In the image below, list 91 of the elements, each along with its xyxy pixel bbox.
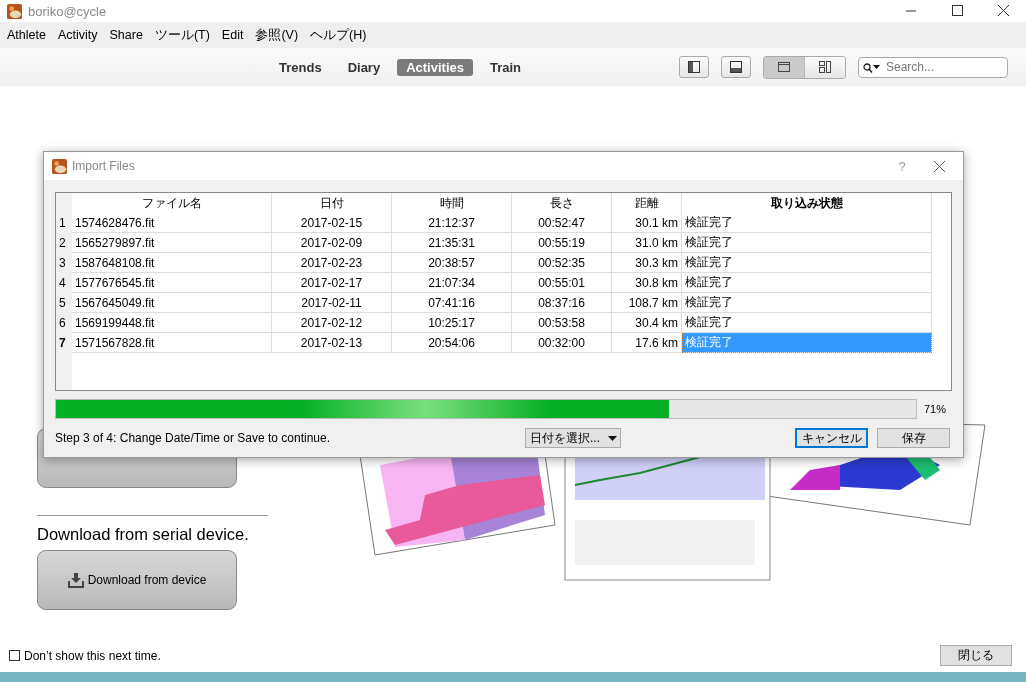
close-icon[interactable] — [934, 160, 945, 172]
view-mode-button[interactable] — [804, 56, 845, 78]
dialog-title: Import Files — [72, 159, 136, 173]
search-field[interactable]: Search... — [858, 56, 1008, 78]
column-header[interactable]: ファイル名 — [72, 193, 272, 213]
table-cell: 検証完了 — [682, 273, 932, 293]
menu-item[interactable]: 参照(V) — [249, 26, 305, 44]
column-header[interactable]: 距離 — [612, 193, 682, 213]
table-cell: 検証完了 — [682, 233, 932, 253]
checkbox[interactable] — [9, 650, 20, 661]
column-header[interactable]: 取り込み状態 — [682, 193, 932, 213]
menu-item[interactable]: Athlete — [1, 28, 52, 42]
table-cell: 2017-02-09 — [272, 233, 392, 253]
view-tab[interactable]: Trends — [270, 58, 331, 76]
table-cell: 21:12:37 — [392, 213, 512, 233]
view-tab[interactable]: Activities — [397, 58, 473, 76]
table-cell: 30.1 km — [612, 213, 682, 233]
table-cell: 00:32:00 — [512, 333, 612, 353]
menu-item[interactable]: Share — [103, 28, 149, 42]
table-cell: 108.7 km — [612, 293, 682, 313]
menu-item[interactable]: ヘルプ(H) — [304, 26, 373, 44]
table-cell: 30.8 km — [612, 273, 682, 293]
table-cell: 31.0 km — [612, 233, 682, 253]
download-icon — [67, 572, 84, 588]
table-cell: 10:25:17 — [392, 313, 512, 333]
status-text: Step 3 of 4: Change Date/Time or Save to continue. — [55, 431, 332, 445]
table-cell: 07:41:16 — [392, 293, 512, 313]
table-cell: 検証完了 — [682, 333, 932, 353]
table-cell: 検証完了 — [682, 213, 932, 233]
row-number: 4 — [56, 273, 72, 293]
dialog-button[interactable]: キャンセル — [795, 428, 868, 448]
table-cell: 1565279897.fit — [72, 233, 272, 253]
close-button[interactable]: 閉じる — [940, 645, 1012, 666]
row-number: 5 — [56, 293, 72, 313]
menu-item[interactable]: Edit — [215, 28, 250, 42]
table-cell: 00:53:58 — [512, 313, 612, 333]
column-header[interactable]: 時間 — [392, 193, 512, 213]
table-cell: 2017-02-17 — [272, 273, 392, 293]
bottom-panel-icon — [730, 61, 742, 73]
progress-reading: 71% — [924, 403, 947, 415]
table-cell: 1574628476.fit — [72, 213, 272, 233]
column-header[interactable]: 長さ — [512, 193, 612, 213]
table-cell: 21:35:31 — [392, 233, 512, 253]
table-cell: 1571567828.fit — [72, 333, 272, 353]
view-tab[interactable]: Train — [480, 58, 531, 76]
table-cell: 2017-02-11 — [272, 293, 392, 313]
row-number: 6 — [56, 313, 72, 333]
table-cell: 30.3 km — [612, 253, 682, 273]
menu-item[interactable]: ツール(T) — [148, 26, 216, 44]
table-cell: 2017-02-12 — [272, 313, 392, 333]
table-cell: 1587648108.fit — [72, 253, 272, 273]
row-number: 7 — [56, 333, 72, 353]
section-heading: Download from serial device. — [37, 525, 250, 544]
dialog-button[interactable]: 保存 — [877, 428, 950, 448]
table-cell: 2017-02-15 — [272, 213, 392, 233]
table-cell: 00:55:19 — [512, 233, 612, 253]
bottom-panel-toggle-button[interactable] — [721, 56, 751, 78]
checkbox-label: Don’t show this next time. — [24, 648, 161, 663]
view-mode-button[interactable] — [764, 56, 804, 78]
table-cell: 1577676545.fit — [72, 273, 272, 293]
table-cell: 検証完了 — [682, 253, 932, 273]
sidebar-icon — [688, 61, 700, 73]
table-cell: 20:38:57 — [392, 253, 512, 273]
tiled-view-icon — [819, 61, 831, 73]
row-header-strip — [56, 353, 72, 390]
table-cell: 検証完了 — [682, 293, 932, 313]
row-number: 3 — [56, 253, 72, 273]
table-cell: 1567645049.fit — [72, 293, 272, 313]
table-cell: 21:07:34 — [392, 273, 512, 293]
table-cell: 20:54:06 — [392, 333, 512, 353]
header-corner — [56, 193, 72, 213]
view-tab[interactable]: Diary — [338, 58, 390, 76]
column-header[interactable]: 日付 — [272, 193, 392, 213]
app-icon — [7, 3, 22, 19]
date-dropdown[interactable]: 日付を選択... — [525, 428, 621, 448]
sidebar-toggle-button[interactable] — [679, 56, 709, 78]
table-cell: 2017-02-23 — [272, 253, 392, 273]
app-icon — [52, 158, 67, 174]
row-number: 1 — [56, 213, 72, 233]
table-cell: 30.4 km — [612, 313, 682, 333]
table-cell: 00:52:35 — [512, 253, 612, 273]
table-cell: 00:55:01 — [512, 273, 612, 293]
window-title: boriko@cycle — [28, 3, 108, 19]
table-cell: 1569199448.fit — [72, 313, 272, 333]
row-number: 2 — [56, 233, 72, 253]
download-button[interactable]: Download from device — [37, 550, 237, 610]
table-cell: 2017-02-13 — [272, 333, 392, 353]
table-cell: 00:52:47 — [512, 213, 612, 233]
single-view-icon — [778, 61, 790, 73]
menu-item[interactable]: Activity — [51, 28, 104, 42]
table-cell: 08:37:16 — [512, 293, 612, 313]
